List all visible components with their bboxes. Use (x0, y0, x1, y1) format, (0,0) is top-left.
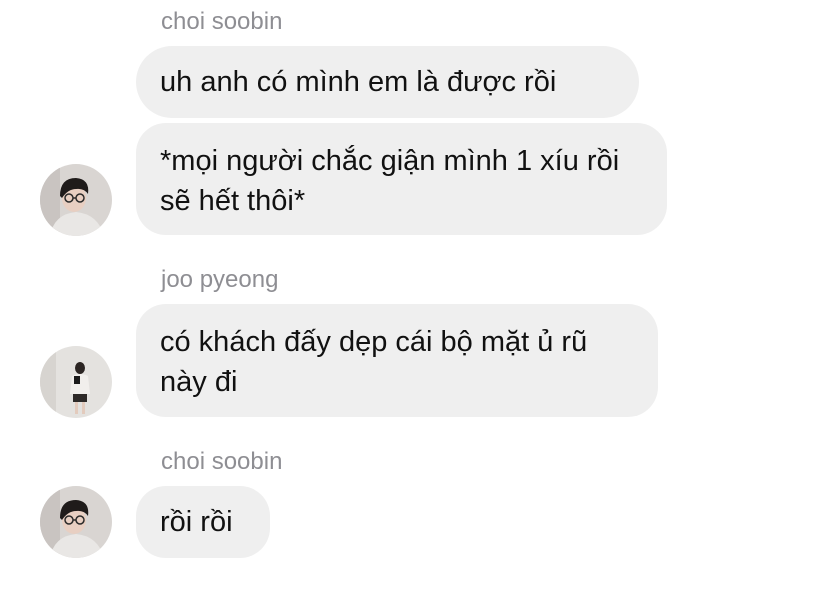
sender-name: choi soobin (161, 448, 283, 475)
sender-name: choi soobin (161, 8, 283, 35)
avatar[interactable] (40, 346, 112, 418)
boy-with-glasses-avatar-icon (40, 486, 112, 558)
message-bubble[interactable]: *mọi người chắc giận mình 1 xíu rồi sẽ h… (136, 123, 667, 235)
sender-name: joo pyeong (161, 266, 279, 293)
boy-with-glasses-avatar-icon (40, 164, 112, 236)
message-text: *mọi người chắc giận mình 1 xíu rồi sẽ h… (160, 145, 620, 217)
message-bubble[interactable]: uh anh có mình em là được rồi (136, 46, 639, 118)
message-text: rồi rồi (160, 506, 233, 538)
avatar[interactable] (40, 486, 112, 558)
message-text: uh anh có mình em là được rồi (160, 66, 557, 98)
message-text: có khách đấy dẹp cái bộ mặt ủ rũ này đi (160, 326, 588, 398)
girl-mirror-selfie-avatar-icon (40, 346, 112, 418)
message-bubble[interactable]: rồi rồi (136, 486, 270, 558)
message-bubble[interactable]: có khách đấy dẹp cái bộ mặt ủ rũ này đi (136, 304, 658, 417)
avatar[interactable] (40, 164, 112, 236)
